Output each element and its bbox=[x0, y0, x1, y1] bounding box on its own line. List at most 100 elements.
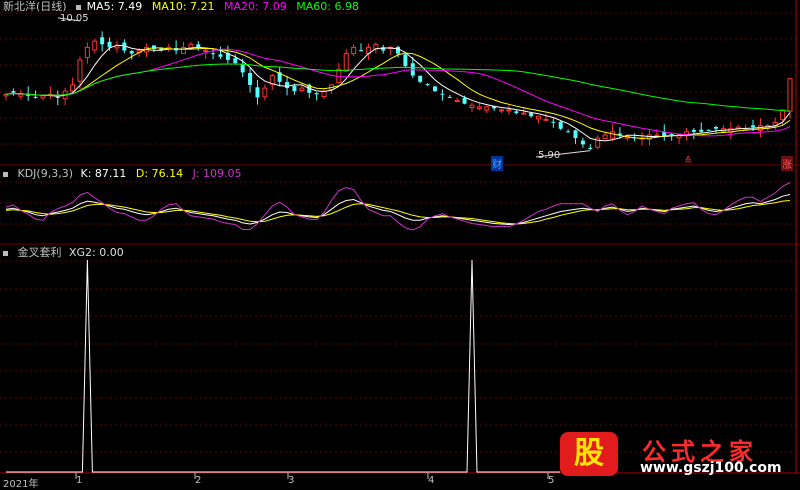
candle-body bbox=[255, 87, 260, 98]
candle-body bbox=[292, 85, 297, 92]
candle-body bbox=[699, 129, 704, 132]
kdj-title[interactable]: KDJ(9,3,3) bbox=[18, 167, 74, 180]
square-icon bbox=[3, 250, 8, 256]
ma20-label: MA20: 7.09 bbox=[224, 0, 287, 13]
candle-body bbox=[248, 73, 253, 85]
candle-body bbox=[211, 53, 216, 55]
candle-body bbox=[129, 51, 134, 54]
candle-body bbox=[588, 147, 593, 150]
candle-body bbox=[84, 46, 90, 58]
main-panel-header: 新北洋(日线) MA5: 7.49 MA10: 7.21 MA20: 7.09 … bbox=[3, 0, 365, 14]
candle-body bbox=[299, 87, 305, 91]
candle-body bbox=[403, 54, 408, 67]
candle-body bbox=[714, 126, 719, 129]
kdj-lines bbox=[5, 182, 791, 231]
candle-body bbox=[107, 41, 112, 48]
candle-body bbox=[706, 129, 711, 131]
candle-body bbox=[566, 131, 571, 133]
event-marker-tag[interactable]: ≙ bbox=[684, 156, 692, 167]
candle-body bbox=[529, 113, 534, 117]
candle-body bbox=[536, 115, 542, 120]
candle-body bbox=[573, 130, 578, 139]
candle-body bbox=[151, 45, 156, 49]
candle-body bbox=[691, 129, 696, 132]
kdj-d-label: D: 76.14 bbox=[135, 167, 184, 180]
candle-body bbox=[218, 54, 223, 57]
candle-body bbox=[447, 96, 452, 98]
candle-body bbox=[181, 46, 187, 54]
kdj-k-label: K: 87.11 bbox=[80, 167, 127, 180]
square-icon bbox=[76, 4, 82, 10]
ma5-label: MA5: 7.49 bbox=[86, 0, 143, 13]
candle-body bbox=[514, 111, 519, 114]
candle-body bbox=[314, 93, 319, 95]
candle-body bbox=[359, 50, 364, 52]
candle-body bbox=[425, 83, 430, 85]
candle-body bbox=[285, 82, 290, 89]
stock-title[interactable]: 新北洋(日线) bbox=[3, 0, 67, 13]
candle-body bbox=[558, 121, 563, 129]
candle-body bbox=[462, 98, 467, 104]
candle-body bbox=[396, 46, 400, 54]
x-axis-ticks bbox=[75, 473, 549, 479]
candle-body bbox=[18, 93, 24, 97]
kdj-line-j bbox=[5, 182, 791, 231]
rise-event-tag[interactable]: 涨 bbox=[781, 156, 793, 171]
site-watermark: 股 公式之家 www.gszj100.com bbox=[560, 432, 790, 476]
x-axis-label: 3 bbox=[288, 475, 295, 486]
kdj-line-d bbox=[5, 200, 791, 225]
candle-body bbox=[780, 109, 786, 120]
candle-body bbox=[580, 140, 585, 145]
watermark-badge: 股 bbox=[560, 432, 618, 476]
ma10-label: MA10: 7.21 bbox=[151, 0, 215, 13]
ma-line-ma60 bbox=[5, 63, 791, 112]
candle-body bbox=[609, 131, 615, 139]
xg2-line bbox=[6, 259, 560, 473]
finance-event-tag[interactable]: 财 bbox=[491, 156, 503, 171]
candle-body bbox=[203, 50, 209, 53]
candle-body bbox=[418, 75, 423, 82]
indicator-line bbox=[6, 259, 560, 473]
candle-body bbox=[70, 84, 76, 92]
x-axis-label: 2021年 bbox=[3, 479, 39, 490]
candle-body bbox=[551, 121, 556, 123]
candle-body bbox=[454, 100, 460, 103]
kdj-j-label: J: 109.05 bbox=[192, 167, 242, 180]
ma60-label: MA60: 6.98 bbox=[296, 0, 359, 13]
indicator-title[interactable]: 金叉套利 bbox=[18, 246, 62, 259]
candle-body bbox=[233, 58, 238, 64]
moving-average-lines bbox=[5, 17, 791, 158]
candle-body bbox=[343, 53, 349, 72]
candle-body bbox=[506, 109, 512, 112]
watermark-url: www.gszj100.com bbox=[640, 460, 782, 476]
candle-body bbox=[602, 134, 608, 140]
stock-chart[interactable] bbox=[0, 0, 800, 490]
candle-body bbox=[432, 86, 437, 92]
grid-lines bbox=[0, 0, 800, 474]
kdj-panel-header: KDJ(9,3,3) K: 87.11 D: 76.14 J: 109.05 bbox=[3, 167, 248, 181]
indicator-value: XG2: 0.00 bbox=[69, 246, 124, 259]
candle-body bbox=[262, 87, 268, 98]
candle-body bbox=[240, 64, 245, 73]
indicator-panel-header: 金叉套利 XG2: 0.00 bbox=[3, 246, 130, 260]
candle-body bbox=[543, 118, 549, 121]
ma-line-ma5 bbox=[5, 44, 791, 142]
x-axis-label: 4 bbox=[428, 475, 435, 486]
candle-body bbox=[669, 134, 674, 136]
candle-body bbox=[654, 134, 660, 137]
candle-body bbox=[521, 112, 527, 115]
candle-body bbox=[787, 78, 793, 112]
candle-body bbox=[469, 104, 475, 108]
low-price-label: 5.90 bbox=[538, 150, 561, 161]
candle-body bbox=[33, 96, 38, 98]
x-axis-label: 2 bbox=[195, 475, 202, 486]
candle-body bbox=[11, 91, 16, 93]
high-price-label: 10.05 bbox=[60, 13, 89, 24]
candle-body bbox=[92, 40, 98, 51]
candle-body bbox=[55, 96, 60, 98]
ma-line-ma10 bbox=[5, 47, 791, 139]
x-axis-label: 1 bbox=[76, 475, 83, 486]
candle-body bbox=[476, 106, 482, 109]
candle-body bbox=[499, 109, 505, 112]
candle-body bbox=[77, 59, 83, 82]
